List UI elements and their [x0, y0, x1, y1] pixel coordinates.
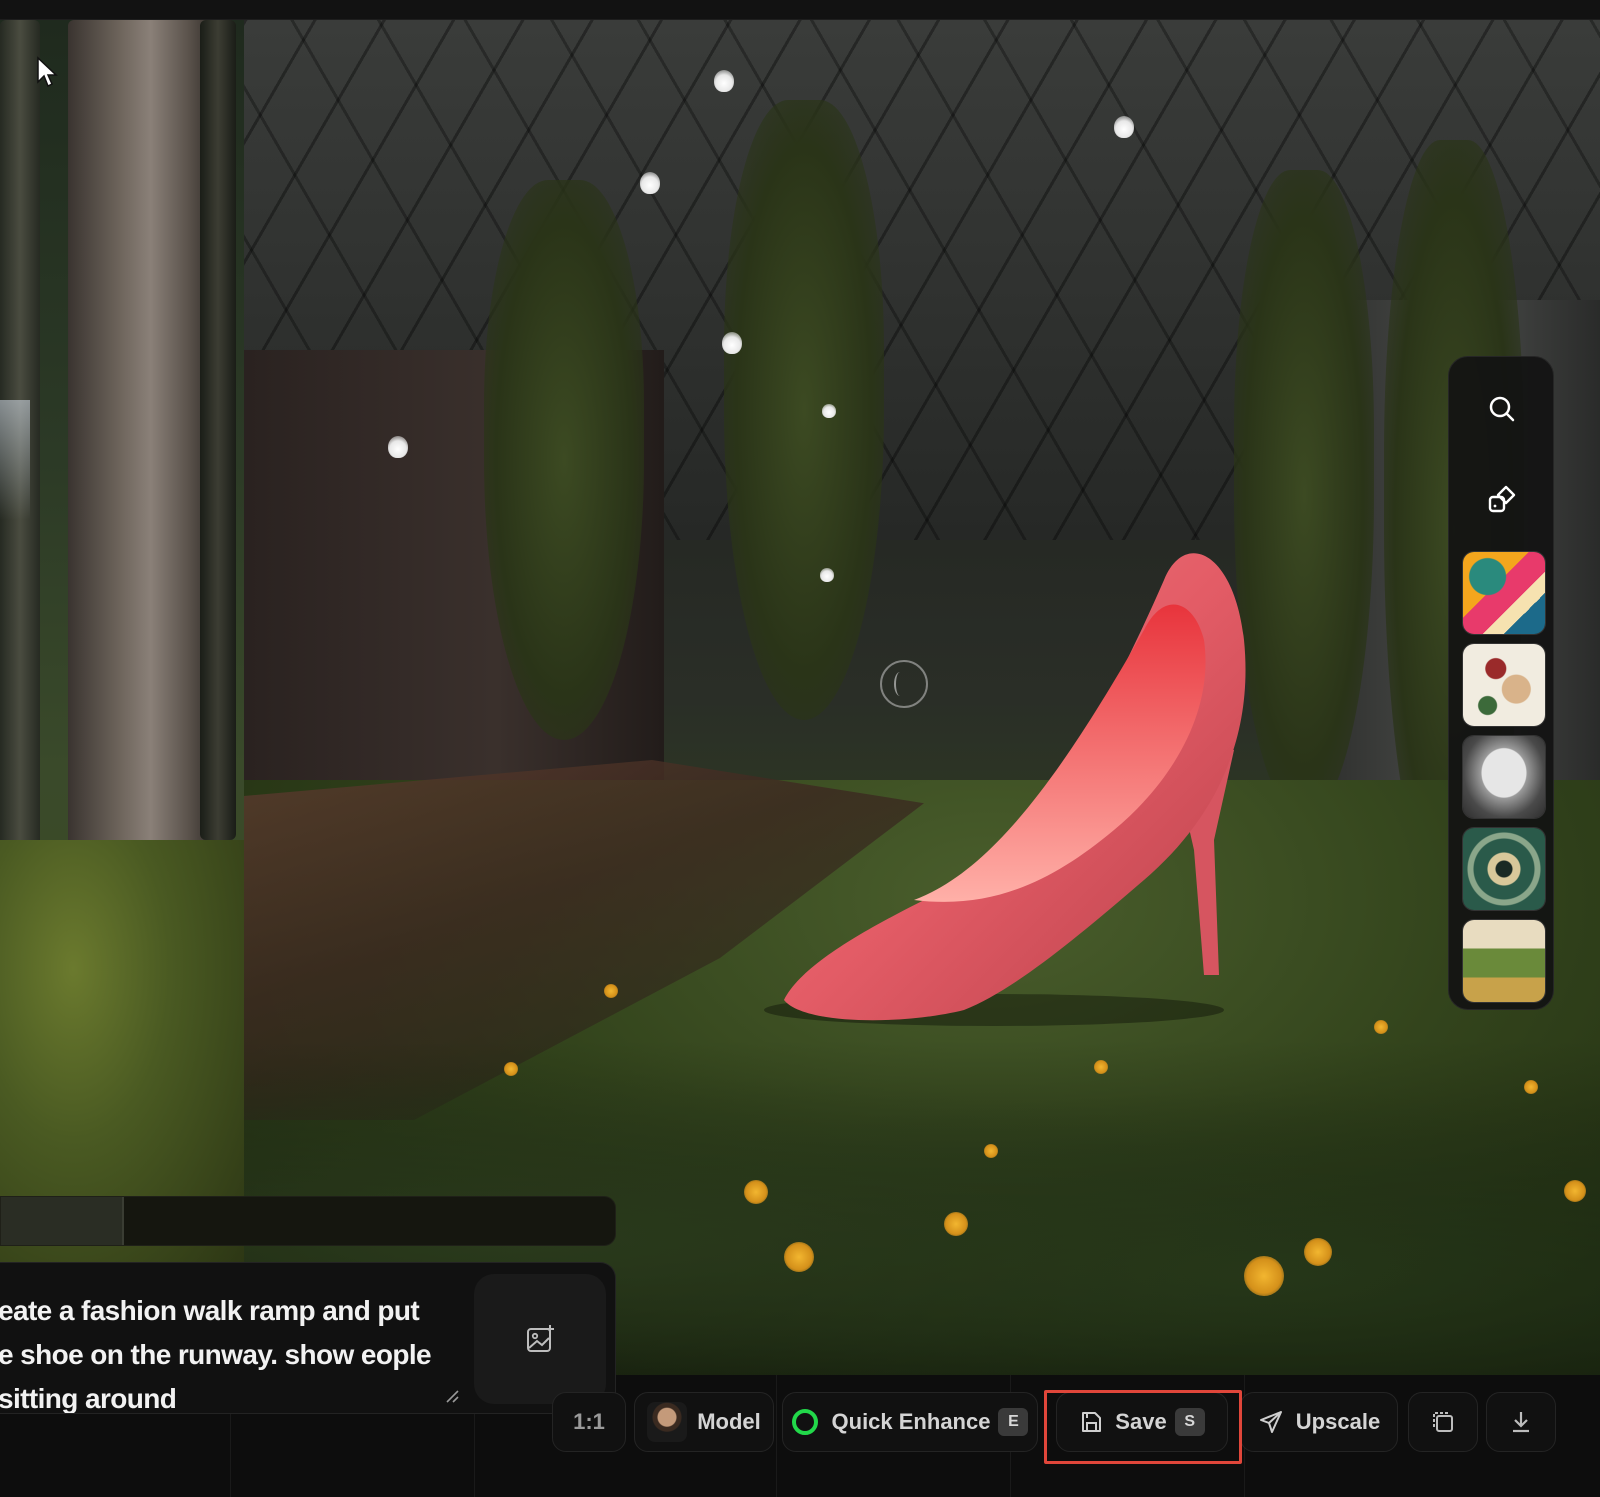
resize-handle-icon[interactable] — [444, 1388, 460, 1404]
quick-enhance-shortcut: E — [998, 1408, 1029, 1436]
flower — [1564, 1180, 1586, 1202]
upscale-label: Upscale — [1295, 1409, 1381, 1434]
save-label: Save — [1115, 1409, 1167, 1434]
flower — [604, 984, 618, 998]
model-label: Model — [697, 1409, 761, 1434]
save-shortcut: S — [1174, 1408, 1205, 1436]
thumbnail-art — [1463, 828, 1545, 910]
search-icon — [1489, 396, 1515, 422]
shapes-button[interactable] — [1472, 469, 1532, 529]
copy-button[interactable] — [1408, 1392, 1478, 1452]
mouse-cursor-icon — [36, 56, 58, 90]
image-add-icon — [527, 1325, 554, 1352]
copy-icon — [1433, 1412, 1453, 1432]
light-bulb — [722, 332, 742, 354]
style-thumbnail-floral[interactable] — [1462, 643, 1546, 727]
model-avatar — [647, 1402, 688, 1442]
save-icon — [1082, 1412, 1102, 1432]
quick-enhance-button[interactable]: Quick Enhance E — [782, 1392, 1038, 1452]
flower — [1094, 1060, 1108, 1074]
flower — [504, 1062, 518, 1076]
side-toolbar — [1448, 356, 1554, 1010]
generated-image-canvas[interactable] — [244, 20, 1600, 1375]
tree-trunk — [200, 20, 236, 840]
send-icon — [1259, 1411, 1282, 1433]
style-thumbnail-eye[interactable] — [1462, 827, 1546, 911]
flower — [1244, 1256, 1284, 1296]
progress-fill — [1, 1197, 124, 1245]
generation-progress-bar[interactable] — [0, 1196, 616, 1246]
loading-spinner — [880, 660, 928, 708]
thumbnail-art — [1463, 736, 1545, 818]
save-button[interactable]: Save S — [1056, 1392, 1228, 1452]
model-button[interactable]: Model — [634, 1392, 774, 1452]
upscale-button[interactable]: Upscale — [1240, 1392, 1398, 1452]
ivy — [484, 180, 644, 740]
thumbnail-art — [1463, 920, 1545, 1002]
aspect-ratio-button[interactable]: 1:1 — [552, 1392, 626, 1452]
thumbnail-art — [1463, 644, 1545, 726]
thumbnail-art — [1463, 552, 1545, 634]
light-bulb — [388, 436, 408, 458]
enhance-status-icon — [791, 1409, 818, 1435]
light-bulb — [714, 70, 734, 92]
flower — [1374, 1020, 1388, 1034]
flower — [984, 1144, 998, 1158]
prompt-input[interactable]: eate a fashion walk ramp and put e shoe … — [0, 1289, 438, 1413]
light-bulb — [822, 404, 836, 418]
download-button[interactable] — [1486, 1392, 1556, 1452]
style-thumbnail-landscape[interactable] — [1462, 919, 1546, 1003]
style-thumbnail-sketch[interactable] — [1462, 735, 1546, 819]
style-thumbnail-abstract[interactable] — [1462, 551, 1546, 635]
flower — [784, 1242, 814, 1272]
light-bulb — [1114, 116, 1134, 138]
reference-image-forest[interactable] — [0, 20, 244, 1270]
sky-light — [0, 400, 30, 520]
flower — [944, 1212, 968, 1236]
flower — [1524, 1080, 1538, 1094]
download-icon — [1513, 1412, 1529, 1433]
flower — [1304, 1238, 1332, 1266]
red-high-heel-shoe — [764, 520, 1264, 1030]
add-image-button[interactable] — [474, 1274, 606, 1404]
search-button[interactable] — [1472, 379, 1532, 439]
aspect-ratio-label: 1:1 — [573, 1409, 605, 1434]
quick-enhance-label: Quick Enhance — [831, 1409, 991, 1434]
top-strip — [0, 0, 1600, 20]
flower — [744, 1180, 768, 1204]
shapes-icon — [1488, 485, 1516, 513]
app-window: eate a fashion walk ramp and put e shoe … — [0, 0, 1600, 1497]
light-bulb — [640, 172, 660, 194]
